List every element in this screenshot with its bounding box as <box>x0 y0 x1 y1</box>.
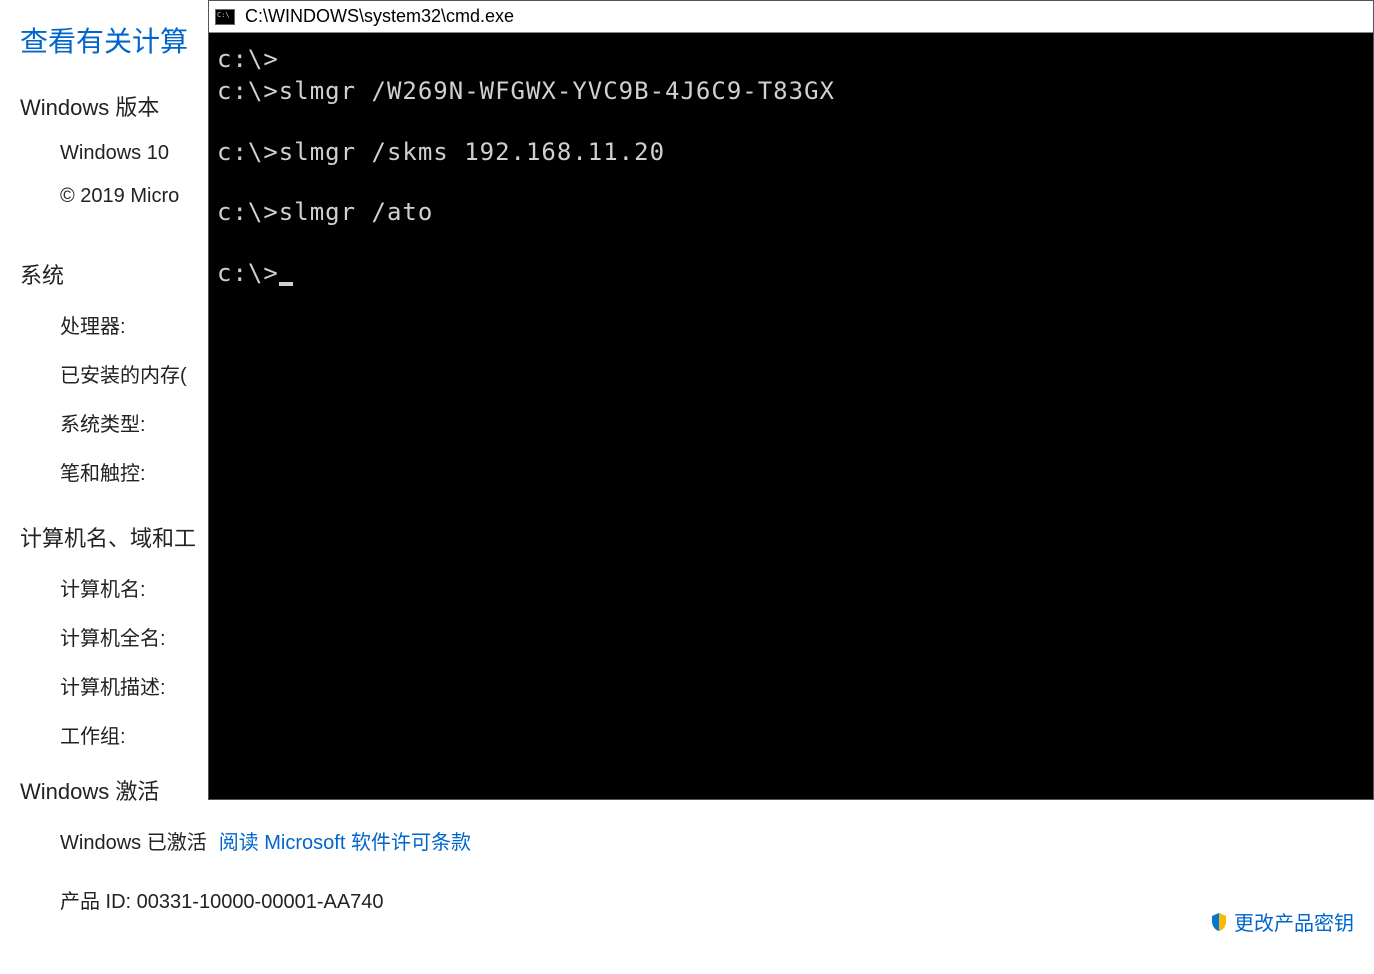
cmd-title: C:\WINDOWS\system32\cmd.exe <box>245 6 514 27</box>
cursor-icon <box>279 282 293 286</box>
cmd-line: c:\> <box>217 43 1365 75</box>
cmd-body[interactable]: c:\> c:\>slmgr /W269N-WFGWX-YVC9B-4J6C9-… <box>209 33 1373 299</box>
cmd-line: c:\>slmgr /ato <box>217 196 1365 228</box>
cmd-prompt: c:\> <box>217 257 1365 289</box>
activation-row: Windows 已激活 阅读 Microsoft 软件许可条款 <box>60 826 1374 855</box>
shield-icon <box>1209 912 1229 932</box>
activation-status: Windows 已激活 <box>60 826 207 855</box>
change-product-key-link[interactable]: 更改产品密钥 <box>1209 907 1354 936</box>
cmd-titlebar[interactable]: C:\WINDOWS\system32\cmd.exe <box>209 1 1373 33</box>
license-terms-link[interactable]: 阅读 Microsoft 软件许可条款 <box>219 826 471 855</box>
cmd-window[interactable]: C:\WINDOWS\system32\cmd.exe c:\> c:\>slm… <box>208 0 1374 800</box>
product-id: 产品 ID: 00331-10000-00001-AA740 <box>60 885 1374 914</box>
cmd-line: c:\>slmgr /skms 192.168.11.20 <box>217 136 1365 168</box>
cmd-icon <box>215 9 235 25</box>
cmd-line: c:\>slmgr /W269N-WFGWX-YVC9B-4J6C9-T83GX <box>217 75 1365 107</box>
change-key-text: 更改产品密钥 <box>1234 907 1354 936</box>
